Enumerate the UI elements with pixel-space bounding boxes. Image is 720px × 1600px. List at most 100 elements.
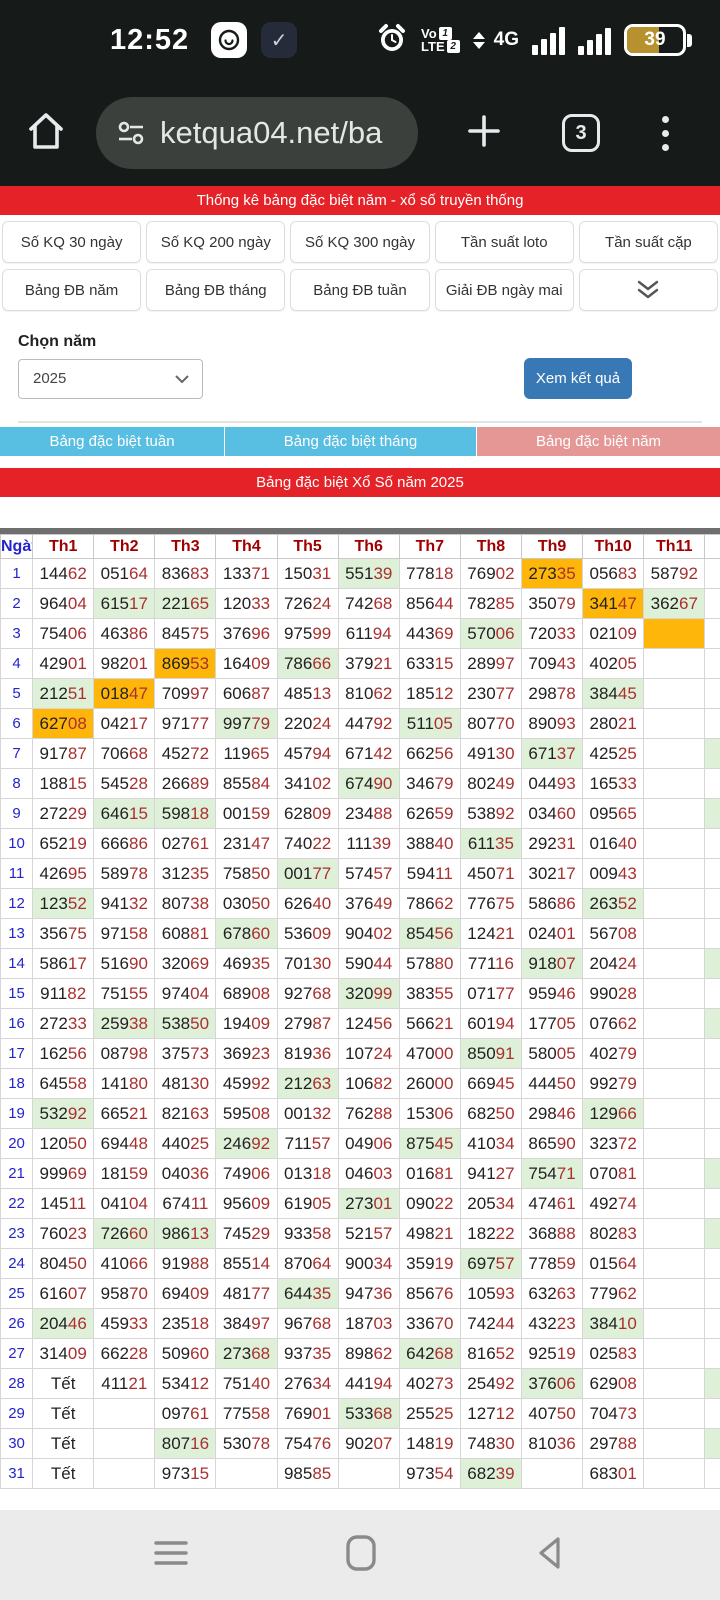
year-picker-label: Chọn năm [18, 333, 702, 351]
table-row: 4429019820186953164097866637921633152899… [1, 649, 720, 679]
result-cell [705, 1159, 720, 1189]
result-cell: 92768 [277, 979, 338, 1009]
result-cell [94, 1399, 155, 1429]
double-chevron-down-icon [635, 279, 661, 301]
home-nav-button[interactable] [341, 1533, 381, 1578]
result-cell [705, 859, 720, 889]
result-cell [644, 859, 705, 889]
button-more-chevron[interactable] [579, 269, 718, 311]
result-cell: 75155 [94, 979, 155, 1009]
result-cell: 38355 [399, 979, 460, 1009]
result-cell: 66521 [94, 1099, 155, 1129]
signal-strength-icon-sim2 [578, 25, 611, 55]
result-cell: 44194 [338, 1369, 399, 1399]
result-cell: 45794 [277, 739, 338, 769]
result-cell: 84575 [155, 619, 216, 649]
result-cell: 58617 [33, 949, 94, 979]
result-cell: 99969 [33, 1159, 94, 1189]
button-tan-suat-loto[interactable]: Tần suất loto [435, 221, 574, 263]
button-bang-db-nam[interactable]: Bảng ĐB năm [2, 269, 141, 311]
result-cell: 26000 [399, 1069, 460, 1099]
column-header-month: Th1 [33, 535, 94, 559]
day-cell: 12 [1, 889, 33, 919]
year-select[interactable]: 2025 [18, 359, 203, 399]
result-cell: 64615 [94, 799, 155, 829]
result-cell: 58686 [521, 889, 582, 919]
table-row: 2214511041046741195609619052730109022205… [1, 1189, 720, 1219]
button-bang-db-tuan[interactable]: Bảng ĐB tuần [290, 269, 429, 311]
result-cell: 01847 [94, 679, 155, 709]
signal-strength-icon-sim1 [532, 25, 565, 55]
table-row: 31Tết9731598585973546823968301 [1, 1459, 720, 1489]
day-cell: 10 [1, 829, 33, 859]
result-cell: 57457 [338, 859, 399, 889]
result-cell: 81036 [521, 1429, 582, 1459]
day-cell: 1 [1, 559, 33, 589]
result-cell [644, 709, 705, 739]
result-cell: 72660 [94, 1219, 155, 1249]
table-row: 2199969181590403674906013180460301681941… [1, 1159, 720, 1189]
result-cell: 18159 [94, 1159, 155, 1189]
button-so-kq-200-ngay[interactable]: Số KQ 200 ngày [146, 221, 285, 263]
column-header-month: Th10 [583, 535, 644, 559]
result-cell [644, 1309, 705, 1339]
network-type-label: 4G [494, 29, 519, 51]
tab-bang-dac-biet-tuan[interactable]: Bảng đặc biệt tuần [0, 427, 225, 456]
result-cell [644, 619, 705, 649]
result-cell: 66228 [94, 1339, 155, 1369]
result-cell: 93735 [277, 1339, 338, 1369]
result-cell: 61135 [460, 829, 521, 859]
tab-bang-dac-biet-nam[interactable]: Bảng đặc biệt năm [477, 427, 720, 456]
result-cell [705, 889, 720, 919]
result-cell: 85456 [399, 919, 460, 949]
results-table-container[interactable]: NgàyTh1Th2Th3Th4Th5Th6Th7Th8Th9Th10Th11T… [0, 528, 720, 1489]
home-button[interactable] [24, 109, 68, 158]
new-tab-button[interactable] [464, 111, 504, 156]
results-table: NgàyTh1Th2Th3Th4Th5Th6Th7Th8Th9Th10Th11T… [0, 534, 720, 1489]
browser-menu-button[interactable] [662, 116, 669, 151]
result-cell: 48130 [155, 1069, 216, 1099]
button-so-kq-30-ngay[interactable]: Số KQ 30 ngày [2, 221, 141, 263]
tab-switcher-button[interactable]: 3 [562, 114, 600, 152]
result-cell: 77675 [460, 889, 521, 919]
day-cell: 23 [1, 1219, 33, 1249]
button-giai-db-ngay-mai[interactable]: Giải ĐB ngày mai [435, 269, 574, 311]
button-tan-suat-cap[interactable]: Tần suất cặp [579, 221, 718, 263]
result-cell [644, 1369, 705, 1399]
chevron-down-icon [174, 374, 190, 384]
result-cell: 45992 [216, 1069, 277, 1099]
result-cell: 95870 [94, 1279, 155, 1309]
tab-bang-dac-biet-thang[interactable]: Bảng đặc biệt tháng [225, 427, 477, 456]
result-cell: 77116 [460, 949, 521, 979]
url-bar[interactable]: ketqua04.net/ba [96, 97, 418, 169]
quick-links-row-2: Bảng ĐB năm Bảng ĐB tháng Bảng ĐB tuần G… [0, 263, 720, 311]
result-cell: 36267 [644, 589, 705, 619]
result-cell: 38840 [399, 829, 460, 859]
result-cell: 68250 [460, 1099, 521, 1129]
result-cell: 00943 [583, 859, 644, 889]
result-cell: 80770 [460, 709, 521, 739]
result-cell: 68239 [460, 1459, 521, 1489]
status-bar: 12:52 ✓ Vo1 LTE2 4G 39 [0, 0, 720, 80]
result-cell [705, 1339, 720, 1369]
result-cell: 04603 [338, 1159, 399, 1189]
button-so-kq-300-ngay[interactable]: Số KQ 300 ngày [290, 221, 429, 263]
back-button[interactable] [532, 1534, 570, 1577]
result-cell: 62659 [399, 799, 460, 829]
result-cell: 59044 [338, 949, 399, 979]
result-cell: 66945 [460, 1069, 521, 1099]
view-results-button[interactable]: Xem kết quả [524, 358, 632, 399]
result-cell: 62640 [277, 889, 338, 919]
result-cell [521, 1459, 582, 1489]
result-cell: 76288 [338, 1099, 399, 1129]
result-cell: 05683 [583, 559, 644, 589]
recent-apps-button[interactable] [151, 1535, 191, 1576]
result-cell: 69448 [94, 1129, 155, 1159]
battery-percent: 39 [627, 29, 683, 51]
result-cell: 53850 [155, 1009, 216, 1039]
button-bang-db-thang[interactable]: Bảng ĐB tháng [146, 269, 285, 311]
result-cell: 70997 [155, 679, 216, 709]
result-cell: 44369 [399, 619, 460, 649]
result-cell: 50960 [155, 1339, 216, 1369]
result-cell: 47461 [521, 1189, 582, 1219]
